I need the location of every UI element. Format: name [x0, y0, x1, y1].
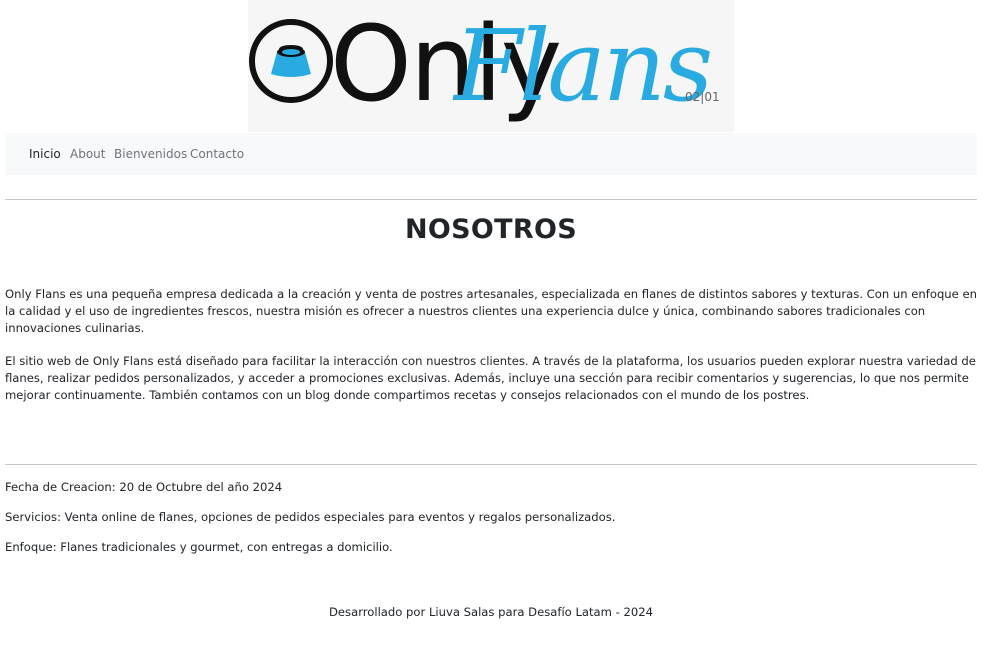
- logo-tag: 02|01: [685, 90, 720, 104]
- divider: [5, 464, 977, 465]
- about-paragraph-1: Only Flans es una pequeña empresa dedica…: [5, 287, 977, 335]
- navbar: Inicio About Bienvenidos Contacto: [5, 133, 977, 175]
- about-paragraph-2: El sitio web de Only Flans está diseñado…: [5, 354, 976, 402]
- site-logo: Only Flans 02|01: [248, 0, 734, 132]
- page-title: NOSOTROS: [405, 214, 577, 245]
- nav-link-about[interactable]: About: [70, 147, 105, 161]
- divider: [5, 199, 977, 200]
- logo-text-flans: Flans: [452, 10, 710, 124]
- nav-link-bienvenidos[interactable]: Bienvenidos: [114, 147, 187, 161]
- focus-text: Enfoque: Flanes tradicionales y gourmet,…: [5, 540, 393, 554]
- creation-date: Fecha de Creacion: 20 de Octubre del año…: [5, 480, 283, 494]
- services-text: Servicios: Venta online de flanes, opcio…: [5, 510, 616, 524]
- nav-link-contacto[interactable]: Contacto: [190, 147, 244, 161]
- footer-credit: Desarrollado por Liuva Salas para Desafí…: [328, 605, 654, 619]
- flan-icon: [249, 19, 333, 103]
- nav-link-inicio[interactable]: Inicio: [29, 147, 61, 161]
